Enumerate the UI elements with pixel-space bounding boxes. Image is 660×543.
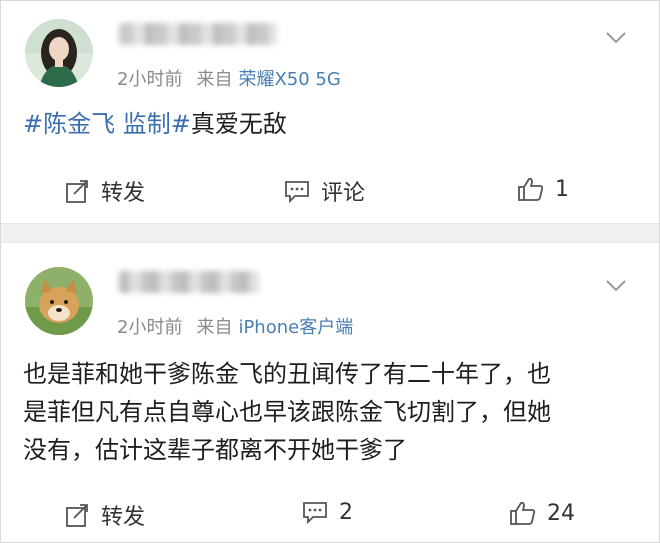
avatar[interactable] <box>25 267 93 335</box>
like-button[interactable]: 24 <box>509 499 575 527</box>
like-count: 1 <box>555 176 569 202</box>
repost-label: 转发 <box>101 505 146 530</box>
post-time: 2小时前 <box>117 317 183 338</box>
repost-label: 转发 <box>101 181 146 206</box>
repost-icon <box>66 180 88 203</box>
device-link[interactable]: iPhone客户端 <box>238 317 353 338</box>
post-text: 真爱无敌 <box>190 110 287 138</box>
source-label: 来自 <box>196 317 233 338</box>
post-time: 2小时前 <box>117 69 183 90</box>
chevron-down-icon[interactable] <box>605 31 627 45</box>
post-text-line: 也是菲和她干爹陈金飞的丑闻传了有二十年了，也 <box>23 360 551 388</box>
thumbs-up-icon <box>510 501 536 525</box>
like-count: 24 <box>547 500 575 526</box>
post-text-line: 没有，估计这辈子都离不开她干爹了 <box>23 436 407 464</box>
post-card: 2小时前 来自 荣耀X50 5G #陈金飞 监制#真爱无敌 转发 评论 1 <box>1 1 659 223</box>
comment-label: 评论 <box>321 181 366 206</box>
comment-icon <box>303 502 327 525</box>
post-text-line: 是菲但凡有点自尊心也早该跟陈金飞切割了，但她 <box>23 398 551 426</box>
hashtag-link[interactable]: #陈金飞 监制# <box>23 110 191 138</box>
post-content: #陈金飞 监制#真爱无敌 <box>23 105 639 143</box>
repost-button[interactable]: 转发 <box>65 499 145 531</box>
avatar[interactable] <box>25 19 93 87</box>
chevron-down-icon[interactable] <box>605 279 627 293</box>
username-redacted[interactable] <box>119 23 277 45</box>
source-label: 来自 <box>196 69 233 90</box>
comment-icon <box>285 181 309 204</box>
comment-button[interactable]: 2 <box>301 499 353 525</box>
post-card: 2小时前 来自 iPhone客户端 也是菲和她干爹陈金飞的丑闻传了有二十年了，也 是… <box>1 243 659 542</box>
comment-count: 2 <box>339 499 353 525</box>
post-meta: 2小时前 来自 iPhone客户端 <box>117 313 353 339</box>
username-redacted[interactable] <box>119 271 259 293</box>
repost-icon <box>66 504 88 527</box>
thumbs-up-icon <box>518 177 544 201</box>
repost-button[interactable]: 转发 <box>65 175 145 207</box>
post-content: 也是菲和她干爹陈金飞的丑闻传了有二十年了，也 是菲但凡有点自尊心也早该跟陈金飞切… <box>23 355 639 469</box>
post-divider <box>1 223 659 243</box>
post-meta: 2小时前 来自 荣耀X50 5G <box>117 65 341 91</box>
comment-button[interactable]: 评论 <box>283 175 365 207</box>
like-button[interactable]: 1 <box>517 175 569 203</box>
feed: 2小时前 来自 荣耀X50 5G #陈金飞 监制#真爱无敌 转发 评论 1 2小… <box>0 0 660 543</box>
device-link[interactable]: 荣耀X50 5G <box>238 69 340 90</box>
